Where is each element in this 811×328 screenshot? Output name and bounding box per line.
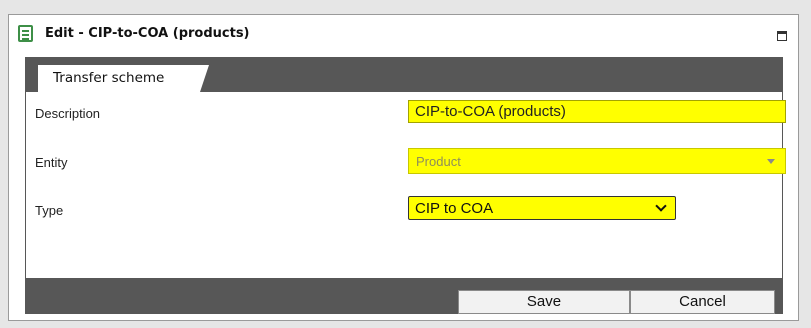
form-icon [18, 25, 33, 42]
form-panel: Description CIP-to-COA (products) Entity… [25, 92, 786, 278]
entity-label: Entity [35, 155, 68, 170]
button-bar: Save Cancel [25, 278, 783, 314]
type-select[interactable]: CIP to COA [408, 196, 676, 220]
edit-dialog: Edit - CIP-to-COA (products) Transfer sc… [8, 14, 799, 321]
cancel-button[interactable]: Cancel [630, 290, 775, 314]
entity-value: Product [416, 154, 461, 169]
tab-label: Transfer scheme [53, 70, 165, 86]
dialog-title: Edit - CIP-to-COA (products) [45, 26, 250, 41]
chevron-down-icon [655, 200, 667, 212]
entity-select[interactable]: Product [408, 148, 786, 174]
save-button[interactable]: Save [458, 290, 630, 314]
title-bar: Edit - CIP-to-COA (products) [9, 15, 798, 59]
description-label: Description [35, 106, 101, 121]
dropdown-caret-icon [767, 159, 775, 164]
tab-transfer-scheme[interactable]: Transfer scheme [38, 65, 209, 92]
type-label: Type [35, 203, 64, 218]
tab-strip: Transfer scheme [25, 57, 783, 92]
maximize-icon[interactable] [776, 29, 788, 41]
description-field[interactable]: CIP-to-COA (products) [408, 100, 786, 123]
type-value: CIP to COA [415, 200, 494, 217]
